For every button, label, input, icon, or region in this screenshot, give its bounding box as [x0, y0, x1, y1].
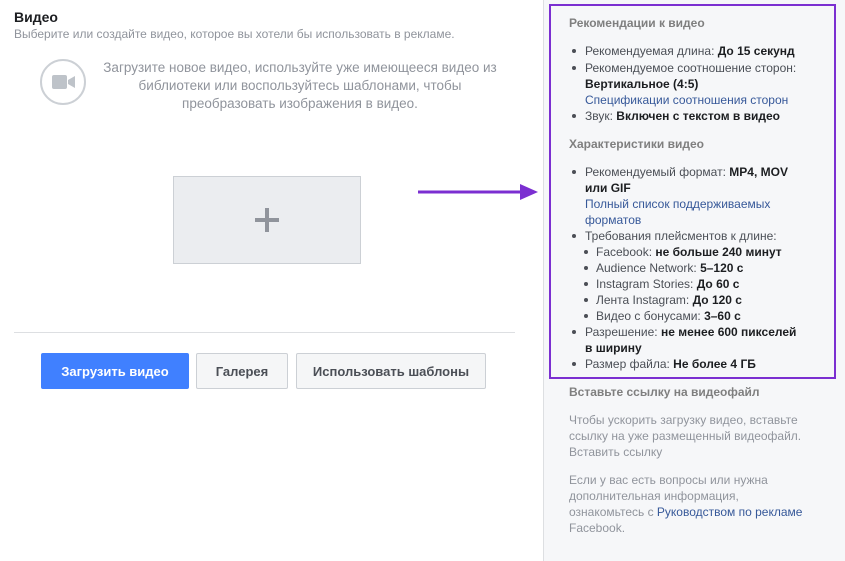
specs-title: Характеристики видео: [569, 137, 704, 151]
ratio-specs-link[interactable]: Спецификации соотношения сторон: [585, 92, 788, 108]
format-item: Рекомендуемый формат: MP4, MOV: [585, 165, 788, 179]
recommendations-title: Рекомендации к видео: [569, 16, 705, 30]
plus-icon: [255, 208, 279, 232]
placements-label: Требования плейсментов к длине:: [585, 229, 777, 243]
formats-link[interactable]: Полный список поддерживаемых: [585, 196, 770, 212]
help-text-cont: ознакомьтесь с Руководством по рекламе: [569, 505, 803, 519]
formats-link-cont[interactable]: форматов: [585, 212, 641, 228]
resolution-item-cont: в ширину: [585, 341, 642, 355]
format-item-cont: или GIF: [585, 181, 631, 195]
bullet: [572, 362, 576, 366]
length-item: Рекомендуемая длина: До 15 секунд: [585, 44, 795, 58]
placement-item: Instagram Stories: До 60 с: [596, 277, 740, 291]
section-subtitle: Выберите или создайте видео, которое вы …: [14, 27, 455, 41]
video-panel: Видео Выберите или создайте видео, котор…: [0, 0, 543, 561]
ratio-value: Вертикальное (4:5): [585, 77, 699, 91]
help-text: Если у вас есть вопросы или нужна: [569, 473, 768, 487]
video-camera-icon: [40, 59, 86, 105]
bullet: [572, 49, 576, 53]
gallery-button[interactable]: Галерея: [196, 353, 288, 389]
sub-bullet: [584, 282, 588, 286]
placement-item: Audience Network: 5–120 с: [596, 261, 744, 275]
file-size-item: Размер файла: Не более 4 ГБ: [585, 357, 756, 371]
sub-bullet: [584, 266, 588, 270]
paste-link[interactable]: Вставить ссылку: [569, 444, 662, 460]
arrow-right-icon: [418, 184, 538, 200]
sub-bullet: [584, 298, 588, 302]
section-title: Видео: [14, 9, 58, 25]
sub-bullet: [584, 314, 588, 318]
sub-bullet: [584, 250, 588, 254]
paste-link-title: Вставьте ссылку на видеофайл: [569, 385, 760, 399]
ratio-label: Рекомендуемое соотношение сторон:: [585, 61, 797, 75]
divider: [14, 332, 515, 333]
paste-link-text: Чтобы ускорить загрузку видео, вставьте: [569, 413, 798, 427]
placement-item: Видео с бонусами: 3–60 с: [596, 309, 741, 323]
bullet: [572, 234, 576, 238]
bullet: [572, 170, 576, 174]
help-text-end: Facebook.: [569, 521, 626, 535]
paste-link-text-cont: ссылку на уже размещенный видеофайл.: [569, 429, 802, 443]
upload-description: Загрузите новое видео, используйте уже и…: [103, 60, 497, 111]
sound-item: Звук: Включен с текстом в видео: [585, 109, 781, 123]
bullet: [572, 114, 576, 118]
placement-item: Facebook: не больше 240 минут: [596, 245, 782, 259]
use-templates-button[interactable]: Использовать шаблоны: [296, 353, 486, 389]
upload-video-button[interactable]: Загрузить видео: [41, 353, 189, 389]
resolution-item: Разрешение: не менее 600 пикселей: [585, 325, 797, 339]
placement-item: Лента Instagram: До 120 с: [596, 293, 742, 307]
video-dropzone[interactable]: [173, 176, 361, 264]
ads-guide-link[interactable]: Руководством по рекламе: [657, 505, 803, 519]
bullet: [572, 330, 576, 334]
bullet: [572, 66, 576, 70]
help-text-cont: дополнительная информация,: [569, 489, 739, 503]
